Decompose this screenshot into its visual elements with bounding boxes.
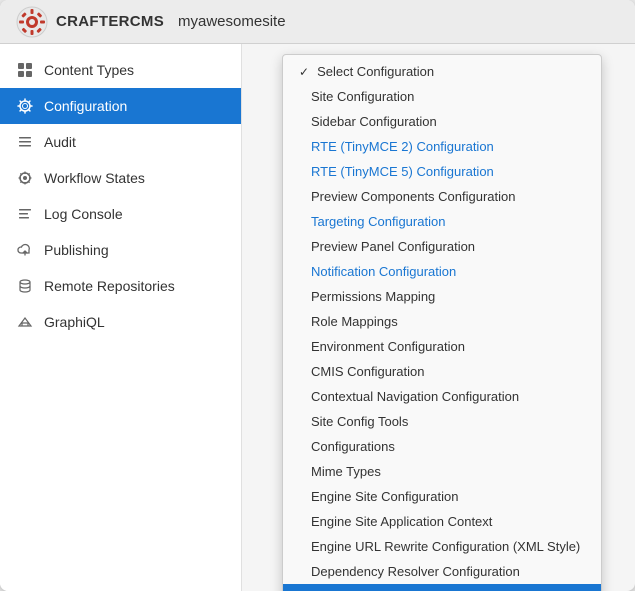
sidebar-item-log-console-label: Log Console: [44, 206, 123, 222]
dropdown-item-dependency-resolver[interactable]: Dependency Resolver Configuration: [283, 559, 601, 584]
dropdown-item-rte-tinymce5[interactable]: RTE (TinyMCE 5) Configuration: [283, 159, 601, 184]
dropdown-item-site-config-tools[interactable]: Site Config Tools: [283, 409, 601, 434]
app-window: CRAFTERCMS myawesomesite Content Types: [0, 0, 635, 591]
log-icon: [16, 205, 34, 223]
sidebar-item-workflow-states[interactable]: Workflow States: [0, 160, 241, 196]
dropdown-item-label: Preview Components Configuration: [311, 189, 516, 204]
dropdown-item-label: Dependency Resolver Configuration: [311, 564, 520, 579]
dropdown-item-permissions-mapping[interactable]: Permissions Mapping: [283, 284, 601, 309]
dropdown-item-label: Sidebar Configuration: [311, 114, 437, 129]
dropdown-item-label: Targeting Configuration: [311, 214, 445, 229]
dropdown-item-label: Configurations: [311, 439, 395, 454]
dropdown-item-label: Site Config Tools: [311, 414, 408, 429]
dropdown-item-environment[interactable]: Environment Configuration: [283, 334, 601, 359]
dropdown-item-contextual-nav[interactable]: Contextual Navigation Configuration: [283, 384, 601, 409]
cloud-icon: [16, 241, 34, 259]
dropdown-item-mime-types[interactable]: Mime Types: [283, 459, 601, 484]
sidebar-item-remote-repositories-label: Remote Repositories: [44, 278, 175, 294]
dropdown-item-aws-profiles[interactable]: AWS Profiles: [283, 584, 601, 591]
sidebar-item-publishing[interactable]: Publishing: [0, 232, 241, 268]
sidebar-item-graphiql-label: GraphiQL: [44, 314, 105, 330]
app-logo-area: CRAFTERCMS myawesomesite: [16, 6, 286, 38]
dropdown-item-preview-components[interactable]: Preview Components Configuration: [283, 184, 601, 209]
title-bar: CRAFTERCMS myawesomesite: [0, 0, 635, 44]
dropdown-item-targeting[interactable]: Targeting Configuration: [283, 209, 601, 234]
dropdown-item-role-mappings[interactable]: Role Mappings: [283, 309, 601, 334]
dropdown-item-label: CMIS Configuration: [311, 364, 424, 379]
dropdown-item-preview-panel[interactable]: Preview Panel Configuration: [283, 234, 601, 259]
site-name: myawesomesite: [178, 13, 286, 30]
dropdown-item-rte-tinymce2[interactable]: RTE (TinyMCE 2) Configuration: [283, 134, 601, 159]
dropdown-item-label: Engine Site Application Context: [311, 514, 492, 529]
grid-icon: [16, 61, 34, 79]
dropdown-item-label: Select Configuration: [317, 64, 434, 79]
dropdown-item-label: RTE (TinyMCE 2) Configuration: [311, 139, 494, 154]
app-name: CRAFTERCMS: [56, 13, 164, 30]
sidebar-item-publishing-label: Publishing: [44, 242, 109, 258]
database-icon: [16, 277, 34, 295]
dropdown-item-label: Permissions Mapping: [311, 289, 435, 304]
sidebar-item-content-types[interactable]: Content Types: [0, 52, 241, 88]
sidebar-item-content-types-label: Content Types: [44, 62, 134, 78]
sidebar-item-configuration[interactable]: Configuration: [0, 88, 241, 124]
dropdown-item-cmis[interactable]: CMIS Configuration: [283, 359, 601, 384]
configuration-dropdown: Select Configuration Site Configuration Si…: [282, 54, 602, 591]
sidebar-item-remote-repositories[interactable]: Remote Repositories: [0, 268, 241, 304]
dropdown-item-sidebar-configuration[interactable]: Sidebar Configuration: [283, 109, 601, 134]
dropdown-item-label: Environment Configuration: [311, 339, 465, 354]
sidebar: Content Types Configuration: [0, 44, 242, 591]
main-content: Content Types Configuration: [0, 44, 635, 591]
crafter-logo-icon: [16, 6, 48, 38]
dropdown-item-label: Engine Site Configuration: [311, 489, 458, 504]
dropdown-item-notification[interactable]: Notification Configuration: [283, 259, 601, 284]
settings-icon: [16, 169, 34, 187]
dropdown-item-label: Site Configuration: [311, 89, 414, 104]
content-area: Select Configuration Site Configuration Si…: [242, 44, 635, 591]
sidebar-item-configuration-label: Configuration: [44, 98, 127, 114]
dropdown-item-engine-site-app[interactable]: Engine Site Application Context: [283, 509, 601, 534]
dropdown-item-engine-url-rewrite[interactable]: Engine URL Rewrite Configuration (XML St…: [283, 534, 601, 559]
graphiql-icon: [16, 313, 34, 331]
sidebar-item-audit-label: Audit: [44, 134, 76, 150]
dropdown-item-label: Contextual Navigation Configuration: [311, 389, 519, 404]
dropdown-item-label: Engine URL Rewrite Configuration (XML St…: [311, 539, 580, 554]
dropdown-item-site-configuration[interactable]: Site Configuration: [283, 84, 601, 109]
dropdown-item-label: Notification Configuration: [311, 264, 456, 279]
dropdown-item-label: RTE (TinyMCE 5) Configuration: [311, 164, 494, 179]
dropdown-item-label: Preview Panel Configuration: [311, 239, 475, 254]
sidebar-item-log-console[interactable]: Log Console: [0, 196, 241, 232]
gear-icon: [16, 97, 34, 115]
dropdown-item-label: Mime Types: [311, 464, 381, 479]
dropdown-item-label: Role Mappings: [311, 314, 398, 329]
dropdown-item-select-configuration[interactable]: Select Configuration: [283, 59, 601, 84]
sidebar-item-graphiql[interactable]: GraphiQL: [0, 304, 241, 340]
list-icon: [16, 133, 34, 151]
sidebar-item-audit[interactable]: Audit: [0, 124, 241, 160]
dropdown-item-engine-site[interactable]: Engine Site Configuration: [283, 484, 601, 509]
dropdown-item-configurations[interactable]: Configurations: [283, 434, 601, 459]
sidebar-item-workflow-states-label: Workflow States: [44, 170, 145, 186]
